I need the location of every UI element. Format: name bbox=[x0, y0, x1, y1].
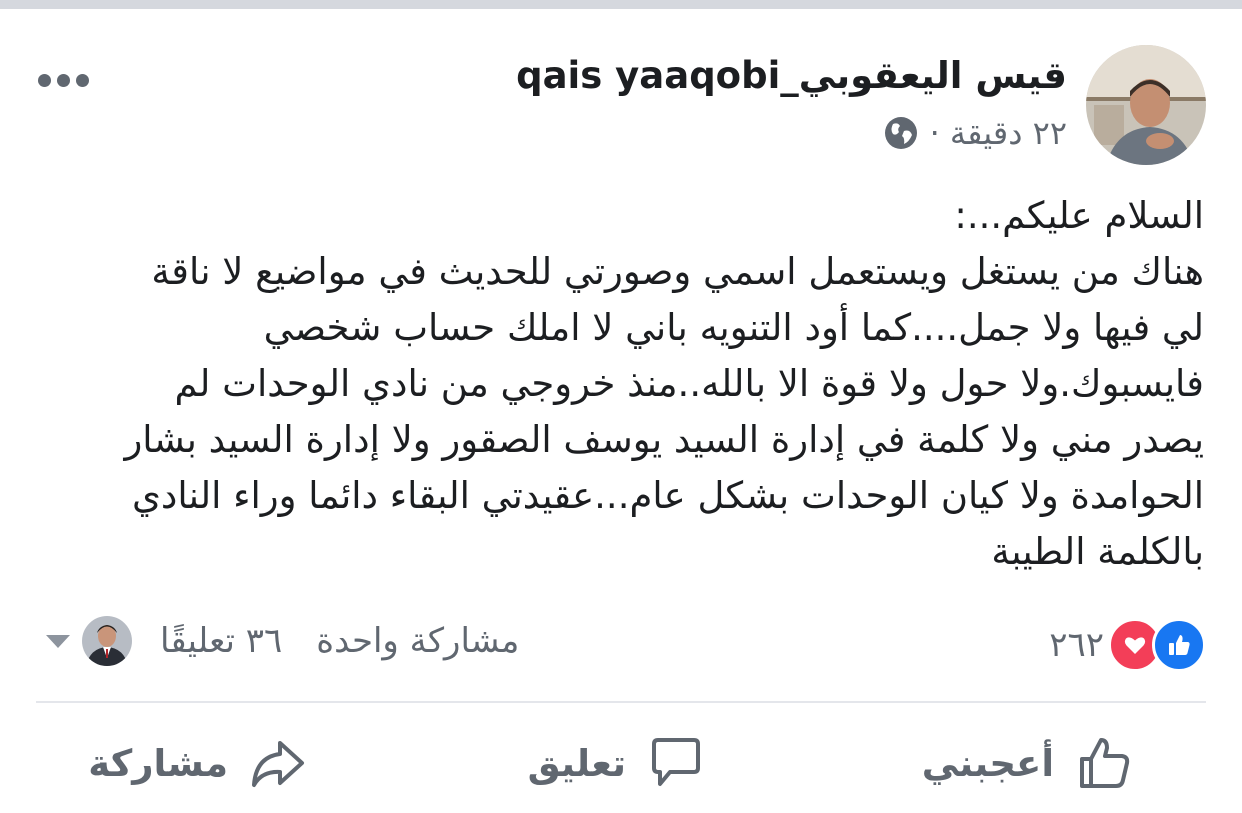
author-avatar[interactable] bbox=[1086, 45, 1206, 165]
chevron-down-icon[interactable] bbox=[46, 634, 70, 648]
top-separator-bar bbox=[0, 0, 1242, 9]
avatar-photo bbox=[1086, 45, 1206, 165]
like-button[interactable]: أعجبني bbox=[922, 728, 1132, 798]
more-dot-icon bbox=[76, 73, 89, 87]
globe-icon bbox=[884, 117, 917, 149]
post-text-line: لي فيها ولا جمل....كما أود التنويه باني … bbox=[263, 306, 1204, 349]
shares-count[interactable]: مشاركة واحدة bbox=[316, 621, 519, 661]
reactions-count[interactable]: ٢٦٢ bbox=[1049, 625, 1104, 665]
author-name[interactable]: qais yaaqobi_قيس اليعقوبي bbox=[516, 54, 1067, 97]
share-label: مشاركة bbox=[88, 741, 228, 785]
post-text-line: الحوامدة ولا كيان الوحدات بشكل عام...عقي… bbox=[131, 474, 1204, 517]
comment-label: تعليق bbox=[527, 741, 626, 785]
share-button[interactable]: مشاركة bbox=[88, 728, 306, 798]
post-text-line: السلام عليكم...: bbox=[954, 194, 1204, 237]
post-time[interactable]: ٢٢ دقيقة · bbox=[930, 114, 1067, 152]
more-options-button[interactable] bbox=[38, 64, 96, 96]
comment-button[interactable]: تعليق bbox=[528, 728, 704, 798]
thumbs-up-icon bbox=[1152, 618, 1206, 672]
post-stats: ٣٦ تعليقًا مشاركة واحدة bbox=[46, 616, 519, 666]
thumbs-up-outline-icon bbox=[1080, 738, 1130, 788]
post-text-line: يصدر مني ولا كلمة في إدارة السيد يوسف ال… bbox=[124, 418, 1204, 461]
reactions-summary[interactable]: ٢٦٢ bbox=[1049, 618, 1206, 672]
post-text-line: بالكلمة الطيبة bbox=[991, 530, 1204, 573]
post-text: السلام عليكم...: هناك من يستغل ويستعمل ا… bbox=[34, 188, 1204, 580]
viewer-avatar[interactable] bbox=[82, 616, 132, 666]
post-meta: ٢٢ دقيقة · bbox=[884, 114, 1067, 152]
post-text-line: فايسبوك.ولا حول ولا قوة الا بالله..منذ خ… bbox=[174, 362, 1204, 405]
more-dot-icon bbox=[38, 73, 51, 87]
post-text-line: هناك من يستغل ويستعمل اسمي وصورتي للحديث… bbox=[151, 250, 1204, 293]
like-label: أعجبني bbox=[921, 741, 1054, 785]
divider bbox=[36, 701, 1206, 703]
comment-bubble-icon bbox=[652, 738, 700, 786]
share-arrow-icon bbox=[252, 741, 304, 787]
comments-count[interactable]: ٣٦ تعليقًا bbox=[160, 621, 282, 661]
viewer-avatar-photo bbox=[82, 616, 132, 666]
more-dot-icon bbox=[57, 73, 70, 87]
